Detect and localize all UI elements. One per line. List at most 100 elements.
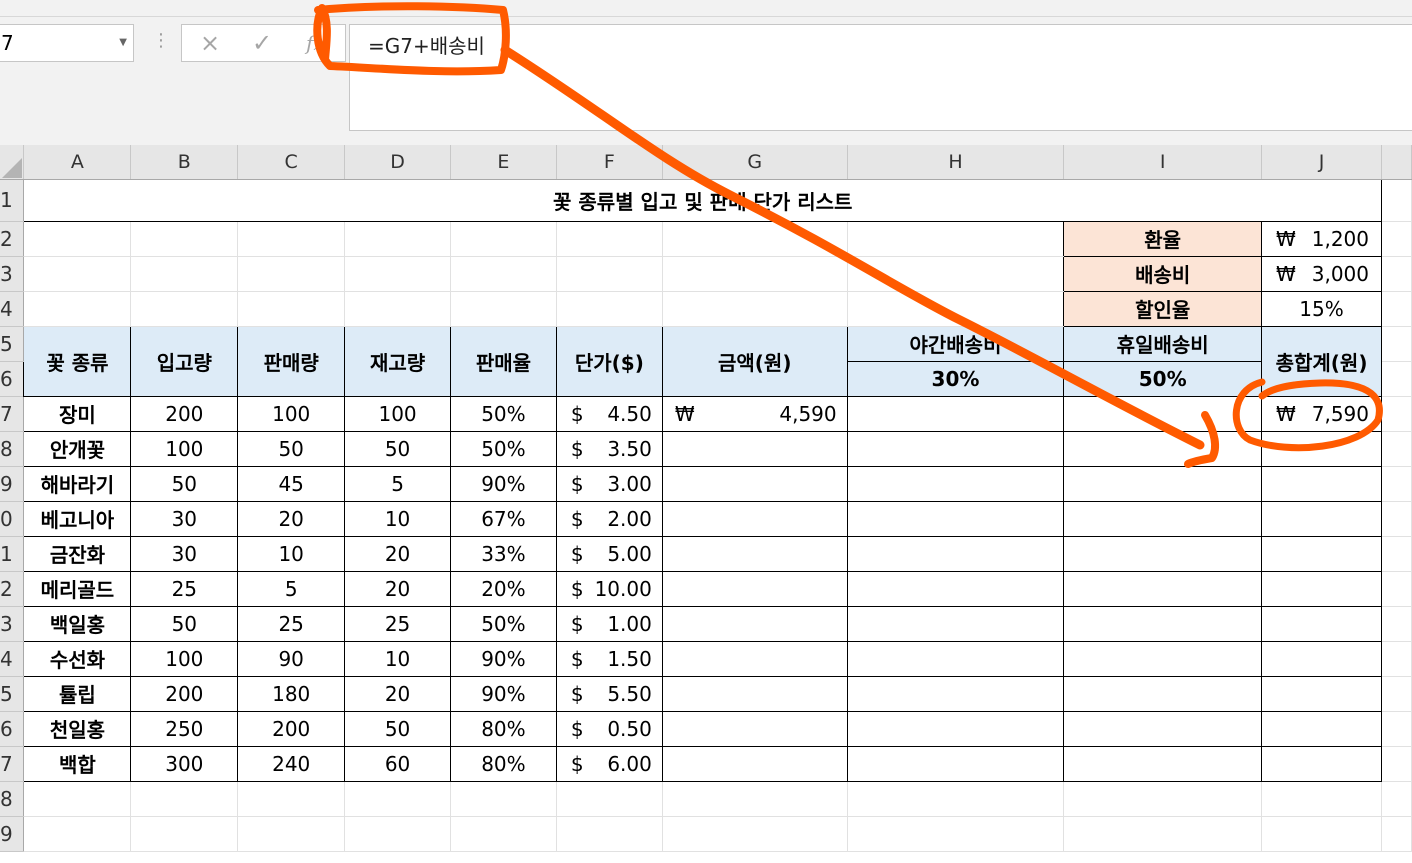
flower-name-cell[interactable]: 금잔화 xyxy=(23,535,132,572)
flower-name-cell[interactable]: 수선화 xyxy=(23,640,132,677)
flower-name-cell[interactable]: 메리골드 xyxy=(23,570,132,607)
stock-in-cell[interactable]: 300 xyxy=(130,745,239,782)
column-header-e[interactable]: E xyxy=(450,145,557,180)
cell[interactable] xyxy=(23,816,132,852)
cell[interactable] xyxy=(1381,221,1412,257)
cell[interactable] xyxy=(1381,326,1412,362)
stock-in-cell[interactable]: 200 xyxy=(130,395,239,432)
header-night-fee[interactable]: 야간배송비 xyxy=(846,325,1065,362)
row-header[interactable]: 4 xyxy=(0,641,25,677)
cell[interactable] xyxy=(847,781,1065,817)
cell[interactable] xyxy=(556,221,663,257)
sold-cell[interactable]: 25 xyxy=(237,605,346,642)
unit-price-cell[interactable]: $3.00 xyxy=(555,465,663,502)
row-header[interactable]: 3 xyxy=(0,256,25,292)
amount-cell[interactable] xyxy=(661,605,848,642)
amount-cell[interactable] xyxy=(661,570,848,607)
header-flower[interactable]: 꽃 종류 xyxy=(23,325,132,397)
remaining-cell[interactable]: 25 xyxy=(344,605,451,642)
unit-price-cell[interactable]: $5.00 xyxy=(555,535,663,572)
cell[interactable] xyxy=(847,816,1065,852)
cell[interactable] xyxy=(1381,711,1412,747)
row-header[interactable]: 1 xyxy=(0,536,25,572)
cell[interactable] xyxy=(1381,431,1412,467)
row-header[interactable]: 5 xyxy=(0,676,25,712)
cell[interactable] xyxy=(1381,781,1412,817)
header-sold[interactable]: 판매량 xyxy=(237,325,346,397)
stock-in-cell[interactable]: 100 xyxy=(130,640,239,677)
sold-cell[interactable]: 20 xyxy=(237,500,346,537)
stock-in-cell[interactable]: 30 xyxy=(130,535,239,572)
column-header-f[interactable]: F xyxy=(556,145,663,180)
row-header[interactable]: 4 xyxy=(0,291,25,327)
row-header[interactable]: 8 xyxy=(0,431,25,467)
cell[interactable] xyxy=(1381,396,1412,432)
column-header-k[interactable] xyxy=(1381,145,1412,180)
cell[interactable] xyxy=(556,781,663,817)
amount-cell[interactable] xyxy=(661,430,848,467)
cell[interactable] xyxy=(556,256,663,292)
total-cell[interactable] xyxy=(1261,675,1382,712)
cell[interactable] xyxy=(1381,641,1412,677)
sold-cell[interactable]: 45 xyxy=(237,465,346,502)
chevron-down-icon[interactable]: ▼ xyxy=(119,25,127,61)
total-cell[interactable] xyxy=(1261,745,1382,782)
remaining-cell[interactable]: 50 xyxy=(344,430,451,467)
column-header-a[interactable]: A xyxy=(23,145,132,180)
column-header-d[interactable]: D xyxy=(344,145,451,180)
header-unit-price[interactable]: 단가($) xyxy=(555,325,663,397)
cell[interactable] xyxy=(1381,536,1412,572)
cell[interactable] xyxy=(23,256,132,292)
stock-in-cell[interactable]: 200 xyxy=(130,675,239,712)
sales-rate-cell[interactable]: 67% xyxy=(450,500,557,537)
holiday-fee-cell[interactable] xyxy=(1063,745,1263,782)
cell[interactable] xyxy=(344,816,451,852)
amount-cell[interactable] xyxy=(661,710,848,747)
header-holiday-rate[interactable]: 50% xyxy=(1063,360,1263,397)
header-stock-in[interactable]: 입고량 xyxy=(130,325,239,397)
unit-price-cell[interactable]: $0.50 xyxy=(555,710,663,747)
param-value-shipping[interactable]: ₩3,000 xyxy=(1261,255,1382,292)
night-fee-cell[interactable] xyxy=(846,430,1065,467)
cell[interactable] xyxy=(847,221,1065,257)
unit-price-cell[interactable]: $1.50 xyxy=(555,640,663,677)
stock-in-cell[interactable]: 30 xyxy=(130,500,239,537)
cell[interactable] xyxy=(1381,501,1412,537)
stock-in-cell[interactable]: 100 xyxy=(130,430,239,467)
cell[interactable] xyxy=(450,291,557,327)
total-cell[interactable]: ₩7,590 xyxy=(1261,395,1382,432)
cell[interactable] xyxy=(23,291,132,327)
drag-handle-icon[interactable]: ⋮ xyxy=(152,30,170,51)
cell[interactable] xyxy=(23,781,132,817)
total-cell[interactable] xyxy=(1261,710,1382,747)
total-cell[interactable] xyxy=(1261,570,1382,607)
stock-in-cell[interactable]: 50 xyxy=(130,465,239,502)
cell[interactable] xyxy=(1381,361,1412,397)
cell[interactable] xyxy=(130,291,239,327)
amount-cell[interactable]: ₩4,590 xyxy=(661,395,848,432)
cell[interactable] xyxy=(130,221,239,257)
flower-name-cell[interactable]: 장미 xyxy=(23,395,132,432)
cell[interactable] xyxy=(662,221,848,257)
cell[interactable] xyxy=(1381,816,1412,852)
sold-cell[interactable]: 50 xyxy=(237,430,346,467)
total-cell[interactable] xyxy=(1261,535,1382,572)
unit-price-cell[interactable]: $3.50 xyxy=(555,430,663,467)
cell[interactable] xyxy=(1261,781,1382,817)
row-header[interactable]: 0 xyxy=(0,501,25,537)
total-cell[interactable] xyxy=(1261,500,1382,537)
sales-rate-cell[interactable]: 90% xyxy=(450,640,557,677)
param-value-exchange-rate[interactable]: ₩1,200 xyxy=(1261,220,1382,257)
sales-rate-cell[interactable]: 90% xyxy=(450,675,557,712)
cell[interactable] xyxy=(237,781,346,817)
cell[interactable] xyxy=(237,816,346,852)
night-fee-cell[interactable] xyxy=(846,535,1065,572)
column-header-c[interactable]: C xyxy=(237,145,346,180)
sales-rate-cell[interactable]: 50% xyxy=(450,430,557,467)
holiday-fee-cell[interactable] xyxy=(1063,395,1263,432)
cell[interactable] xyxy=(662,816,848,852)
cell[interactable] xyxy=(344,781,451,817)
column-header-i[interactable]: I xyxy=(1063,145,1263,180)
param-label-discount[interactable]: 할인율 xyxy=(1063,290,1263,327)
cell[interactable] xyxy=(450,221,557,257)
